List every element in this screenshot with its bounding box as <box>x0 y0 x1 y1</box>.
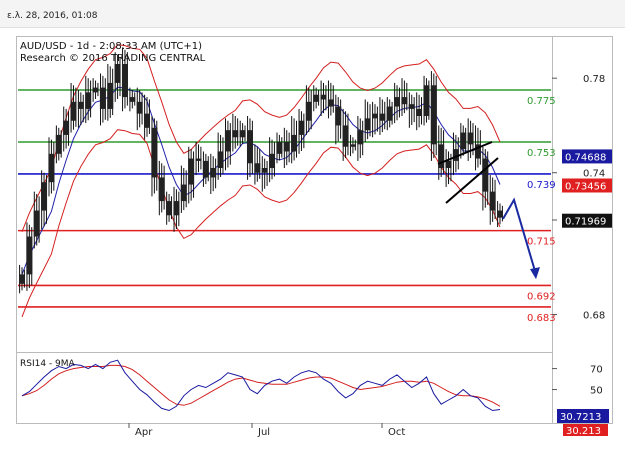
candle <box>217 132 224 180</box>
main-panel-frame <box>16 36 553 353</box>
level-label-4: 0.692 <box>527 291 556 302</box>
rsi-ma-value-label: 30.213 <box>566 426 601 437</box>
candle <box>144 94 151 140</box>
level-label-2: 0.739 <box>527 180 556 191</box>
candle <box>269 137 276 183</box>
candle <box>180 165 187 213</box>
candle <box>489 175 496 225</box>
candle <box>438 125 445 180</box>
price-box-label-0: 0.74688 <box>565 152 606 163</box>
rsi-value-label: 30.7213 <box>560 412 601 423</box>
candle <box>224 118 231 171</box>
candle <box>107 64 114 121</box>
candle <box>467 118 474 161</box>
candle <box>342 108 349 161</box>
candle <box>246 116 253 180</box>
candle <box>151 116 158 197</box>
price-box-label-1: 0.73456 <box>565 181 606 192</box>
candle <box>283 127 290 168</box>
candle <box>364 99 371 142</box>
candle <box>188 146 195 204</box>
level-label-5: 0.683 <box>527 313 556 324</box>
y-tick-label-0: 0.78 <box>583 74 605 85</box>
candle <box>254 144 261 185</box>
rsi-panel-frame <box>16 352 553 424</box>
candle <box>357 116 364 161</box>
candle <box>423 75 430 126</box>
candle <box>173 186 180 232</box>
axis-panel <box>552 36 613 424</box>
candle <box>210 153 217 194</box>
candle <box>305 85 312 135</box>
rsi-tick-label-1: 50 <box>590 386 603 397</box>
candle <box>401 78 408 116</box>
level-label-1: 0.753 <box>527 148 556 159</box>
candle <box>33 191 40 249</box>
chart-subtitle: Research © 2016 TRADING CENTRAL <box>20 53 206 64</box>
candle <box>63 106 70 152</box>
candle <box>452 132 459 176</box>
candle <box>136 87 143 131</box>
x-tick-label-2: Oct <box>388 427 405 438</box>
price-chart: 0.775 0.753 0.739 0.715 0.692 0.683 70 50 30.72… <box>16 36 613 438</box>
candle <box>379 97 386 135</box>
candle <box>70 82 77 133</box>
candle <box>232 113 239 152</box>
candle <box>482 146 489 211</box>
candle <box>416 92 423 131</box>
level-label-3: 0.715 <box>527 237 556 248</box>
x-tick-label-1: Jul <box>257 427 270 438</box>
candle <box>85 75 92 124</box>
candle <box>445 149 452 187</box>
candle <box>291 116 298 164</box>
candle <box>26 222 33 291</box>
candle <box>48 137 55 197</box>
y-tick-label-3: 0.68 <box>583 311 605 322</box>
candle <box>394 82 401 124</box>
candle <box>335 94 342 145</box>
candle <box>298 108 305 154</box>
x-tick-label-0: Apr <box>135 427 153 438</box>
candle <box>99 73 106 126</box>
candle <box>430 71 437 161</box>
rsi-title: RSI14 - 9MA <box>20 359 76 369</box>
candle <box>41 170 48 230</box>
chart-title: AUD/USD - 1d - 2:08:33 AM (UTC+1) <box>20 41 202 52</box>
candle <box>327 80 334 119</box>
level-label-0: 0.775 <box>527 96 556 107</box>
candle <box>158 160 165 216</box>
rsi-tick-label-0: 70 <box>590 365 603 376</box>
y-tick-label-1: 0.74 <box>583 169 605 180</box>
candle <box>55 125 62 164</box>
price-box-label-2: 0.71969 <box>565 217 606 228</box>
candle <box>77 90 84 128</box>
